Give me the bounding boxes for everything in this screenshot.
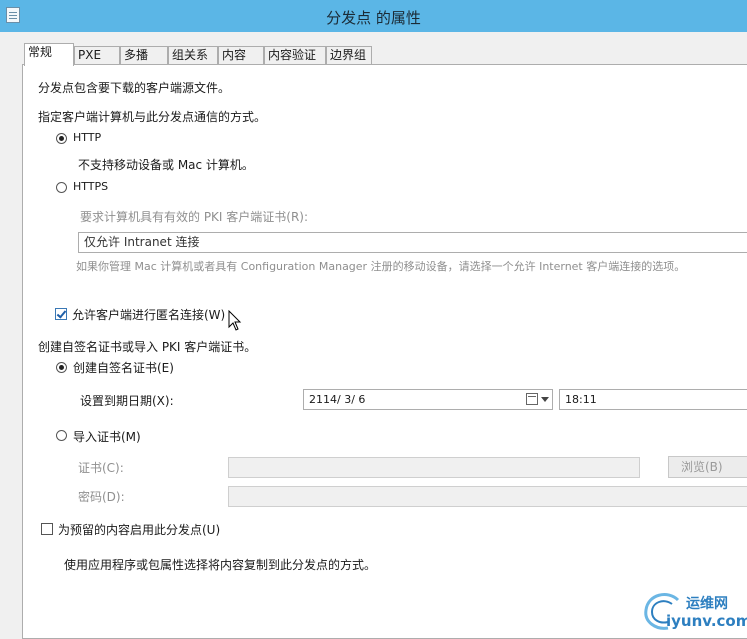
description-text: 分发点包含要下载的客户端源文件。: [38, 81, 231, 95]
calendar-icon[interactable]: [526, 393, 538, 405]
tab-general[interactable]: 常规: [24, 43, 74, 66]
comm-method-label: 指定客户端计算机与此分发点通信的方式。: [38, 110, 267, 124]
prestaged-label[interactable]: 为预留的内容启用此分发点(U): [58, 521, 220, 538]
tab-boundary-groups[interactable]: 边界组: [326, 46, 372, 65]
password-input[interactable]: [228, 486, 747, 507]
chevron-down-icon[interactable]: [541, 397, 549, 402]
window-title: 分发点 的属性: [326, 9, 421, 27]
expiry-time-field[interactable]: 18:11: [559, 389, 747, 410]
watermark-en: iyunv.com: [666, 612, 747, 630]
checkmark-icon: [56, 308, 67, 319]
tab-pxe[interactable]: PXE: [74, 46, 120, 65]
watermark-logo: 运维网 iyunv.com: [642, 590, 747, 632]
title-bar: 分发点 的属性: [0, 0, 747, 32]
watermark-cn: 运维网: [686, 596, 728, 612]
tab-group-relationships[interactable]: 组关系: [168, 46, 218, 65]
cert-label: 证书(C):: [78, 461, 124, 475]
prestaged-note: 使用应用程序或包属性选择将内容复制到此分发点的方式。: [64, 558, 377, 572]
import-cert-label[interactable]: 导入证书(M): [73, 428, 141, 445]
prestaged-checkbox[interactable]: [41, 523, 53, 535]
import-cert-radio[interactable]: [56, 430, 67, 441]
tab-content-validation[interactable]: 内容验证: [264, 46, 326, 65]
https-hint: 如果你管理 Mac 计算机或者具有 Configuration Manager …: [76, 260, 686, 273]
expiry-date-label: 设置到期日期(X):: [80, 394, 174, 408]
https-connection-dropdown[interactable]: 仅允许 Intranet 连接: [78, 232, 747, 253]
http-radio[interactable]: [56, 133, 67, 144]
browse-button[interactable]: 浏览(B): [668, 456, 747, 478]
self-signed-radio[interactable]: [56, 362, 67, 373]
anonymous-label[interactable]: 允许客户端进行匿名连接(W): [72, 306, 225, 323]
https-radio[interactable]: [56, 182, 67, 193]
expiry-date-picker[interactable]: 2114/ 3/ 6: [303, 389, 553, 410]
pki-cert-label: 要求计算机具有有效的 PKI 客户端证书(R):: [80, 210, 309, 224]
expiry-date-value: 2114/ 3/ 6: [309, 393, 366, 406]
https-label[interactable]: HTTPS: [73, 180, 108, 193]
password-label: 密码(D):: [78, 490, 125, 504]
tab-multicast[interactable]: 多播: [120, 46, 168, 65]
anonymous-checkbox[interactable]: [55, 308, 67, 320]
tab-content[interactable]: 内容: [218, 46, 264, 65]
http-note: 不支持移动设备或 Mac 计算机。: [78, 158, 254, 172]
cert-section-label: 创建自签名证书或导入 PKI 客户端证书。: [38, 340, 257, 354]
http-label[interactable]: HTTP: [73, 131, 101, 144]
cert-input[interactable]: [228, 457, 640, 478]
mouse-cursor-icon: [228, 310, 242, 331]
self-signed-label[interactable]: 创建自签名证书(E): [73, 359, 174, 376]
